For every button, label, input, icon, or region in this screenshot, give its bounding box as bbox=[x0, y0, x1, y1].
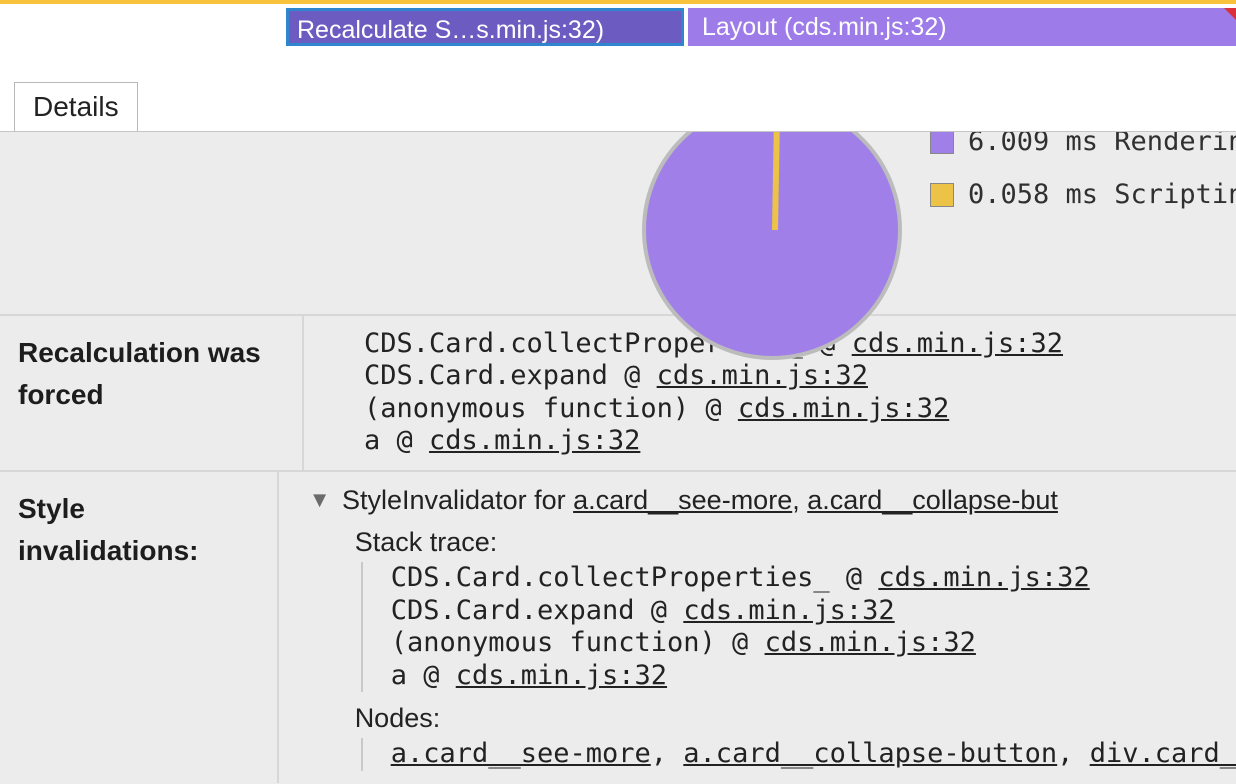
source-link[interactable]: cds.min.js:32 bbox=[657, 360, 868, 391]
legend-scripting: 0.058 ms Scripting bbox=[930, 179, 1236, 210]
node-link[interactable]: a.card__see-more bbox=[391, 738, 651, 769]
recalculation-forced-label: Recalculation was forced bbox=[0, 316, 302, 470]
selector-link[interactable]: a.card__collapse-but bbox=[807, 485, 1058, 515]
details-tabstrip: Details bbox=[0, 76, 1236, 132]
stack-fn: a bbox=[391, 660, 407, 691]
swatch-scripting-icon bbox=[930, 183, 954, 207]
style-invalidations-row: Style invalidations: ▼ StyleInvalidator … bbox=[0, 470, 1236, 783]
pie-legend: 6.009 ms Rendering (Self) 0.058 ms Scrip… bbox=[930, 132, 1236, 232]
node-link[interactable]: div.card_ bbox=[1090, 738, 1236, 769]
stack-fn: (anonymous function) bbox=[391, 627, 716, 658]
node-link[interactable]: a.card__collapse-button bbox=[683, 738, 1057, 769]
nodes-heading: Nodes: bbox=[355, 702, 1236, 734]
stack-fn: CDS.Card.expand bbox=[391, 595, 635, 626]
source-link[interactable]: cds.min.js:32 bbox=[429, 425, 640, 456]
details-panel: 6.009 ms Rendering (Self) 0.058 ms Scrip… bbox=[0, 132, 1236, 784]
source-link[interactable]: cds.min.js:32 bbox=[683, 595, 894, 626]
invalidator-title: StyleInvalidator for bbox=[342, 485, 573, 515]
flame-event-recalculate-style[interactable]: Recalculate S…s.min.js:32) bbox=[286, 8, 684, 46]
pie-chart bbox=[642, 132, 902, 360]
stack-fn: (anonymous function) bbox=[364, 393, 689, 424]
stack-trace-heading: Stack trace: bbox=[355, 526, 1236, 558]
recalculation-forced-row: Recalculation was forced CDS.Card.collec… bbox=[0, 314, 1236, 470]
stack-fn: a bbox=[364, 425, 380, 456]
legend-rendering: 6.009 ms Rendering (Self) bbox=[930, 132, 1236, 157]
selector-link[interactable]: a.card__see-more bbox=[573, 485, 792, 515]
tab-details[interactable]: Details bbox=[14, 82, 138, 131]
source-link[interactable]: cds.min.js:32 bbox=[765, 627, 976, 658]
stack-fn: CDS.Card.collectProperties_ bbox=[391, 562, 830, 593]
swatch-rendering-icon bbox=[930, 132, 954, 154]
flame-chart[interactable]: Recalculate S…s.min.js:32) Layout (cds.m… bbox=[0, 0, 1236, 76]
style-invalidations-value: ▼ StyleInvalidator for a.card__see-more,… bbox=[277, 472, 1236, 783]
style-invalidations-label: Style invalidations: bbox=[0, 472, 277, 783]
source-link[interactable]: cds.min.js:32 bbox=[456, 660, 667, 691]
disclosure-triangle-icon[interactable]: ▼ bbox=[309, 487, 331, 513]
timing-breakdown-row: 6.009 ms Rendering (Self) 0.058 ms Scrip… bbox=[0, 132, 1236, 314]
legend-rendering-label: 6.009 ms Rendering (Self) bbox=[968, 132, 1236, 157]
flame-event-layout[interactable]: Layout (cds.min.js:32) bbox=[688, 8, 1236, 46]
stack-fn: CDS.Card.expand bbox=[364, 360, 608, 391]
source-link[interactable]: cds.min.js:32 bbox=[878, 562, 1089, 593]
source-link[interactable]: cds.min.js:32 bbox=[738, 393, 949, 424]
legend-scripting-label: 0.058 ms Scripting bbox=[968, 179, 1236, 210]
